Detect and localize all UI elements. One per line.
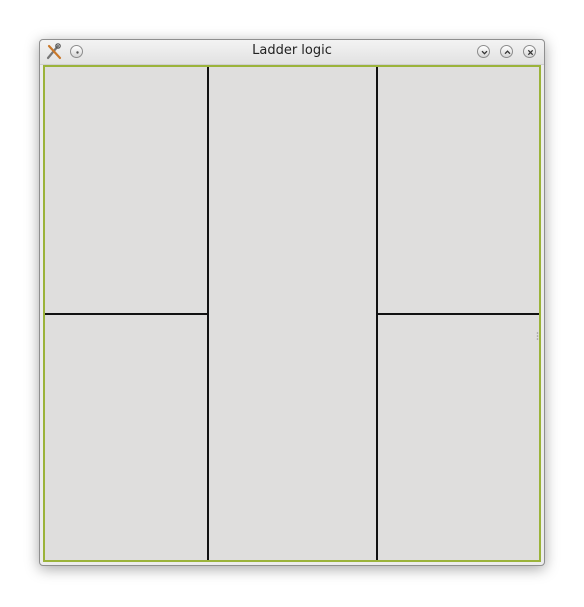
maximize-button[interactable]	[500, 45, 513, 58]
ladder-canvas[interactable]	[43, 65, 541, 562]
close-icon	[527, 49, 534, 56]
window-title: Ladder logic	[252, 43, 332, 58]
minimize-icon	[481, 50, 488, 55]
maximize-icon	[504, 50, 511, 55]
app-window: Ladder logic	[39, 39, 545, 566]
close-button[interactable]	[523, 45, 536, 58]
left-rung	[45, 313, 207, 315]
right-rung	[378, 313, 539, 315]
minimize-button[interactable]	[477, 45, 490, 58]
resize-grip[interactable]	[536, 325, 539, 340]
left-rail	[207, 67, 209, 560]
titlebar[interactable]: Ladder logic	[40, 40, 544, 65]
